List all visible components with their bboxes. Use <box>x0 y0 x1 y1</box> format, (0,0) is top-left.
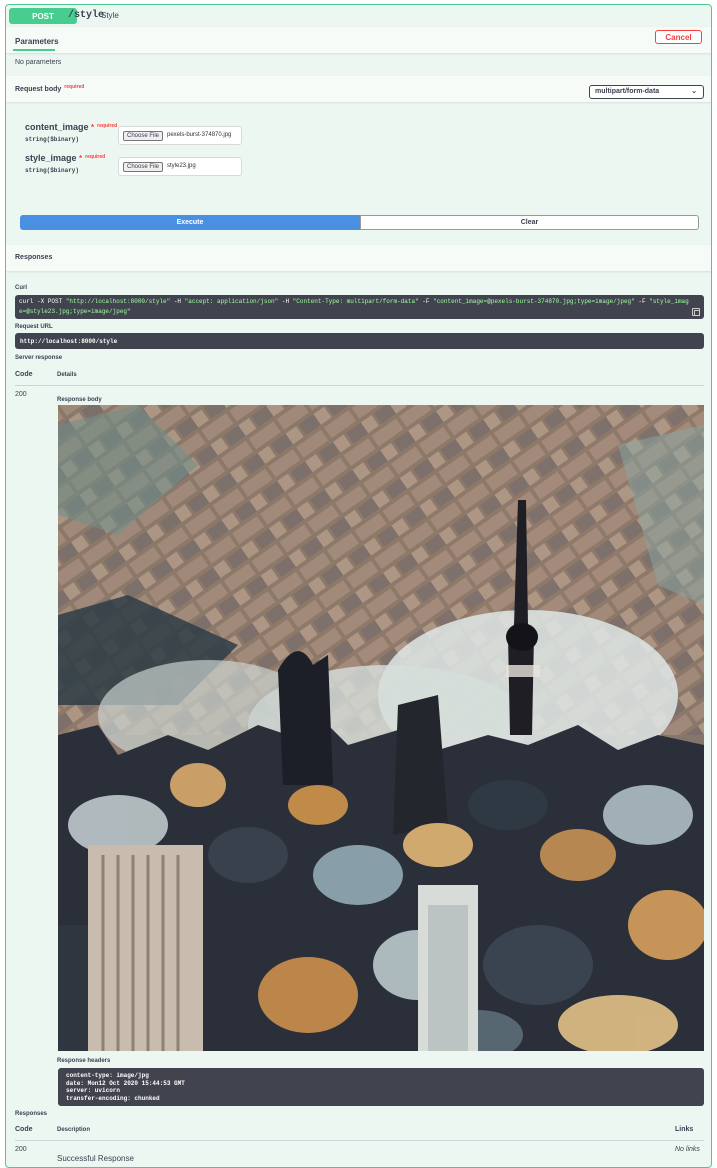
param-style-image-type: string($binary) <box>25 167 80 174</box>
responses-title: Responses <box>15 254 53 261</box>
response-row-links: No links <box>675 1146 700 1153</box>
response-headers-block: content-type: image/jpg date: Mon12 Oct 2… <box>58 1068 704 1106</box>
file-name: style23.jpg <box>167 163 196 169</box>
required-label: required <box>85 154 106 160</box>
request-body-title: Request body required <box>15 84 85 93</box>
operation-path: /style <box>68 10 105 21</box>
param-content-image-name: content_image * required <box>25 122 117 132</box>
curl-url: "http://localhost:8000/style" <box>65 298 171 305</box>
responses-links-header: Links <box>675 1126 694 1133</box>
curl-form-content: "content_image=@pexels-burst-374870.jpg;… <box>433 298 635 305</box>
response-body-label: Response body <box>57 397 102 403</box>
responses-header: Responses <box>6 245 711 271</box>
param-style-image-name: style_image * required <box>25 153 105 163</box>
header-line: transfer-encoding: chunked <box>66 1094 160 1102</box>
response-headers-label: Response headers <box>57 1058 111 1064</box>
copy-icon[interactable] <box>692 308 700 316</box>
response-row-code: 200 <box>15 1146 27 1153</box>
content-type-select[interactable]: multipart/form-data ⌄ <box>589 85 704 99</box>
param-name-text: style_image <box>25 153 77 163</box>
method-badge: POST <box>9 8 77 24</box>
curl-header-accept: "accept: application/json" <box>184 298 279 305</box>
response-headers-text: content-type: image/jpg date: Mon12 Oct 2… <box>58 1068 704 1106</box>
details-column-header: Details <box>57 372 77 378</box>
request-url-label: Request URL <box>15 324 53 330</box>
curl-cmd: curl -X POST <box>19 298 66 305</box>
tab-active-indicator <box>13 49 55 51</box>
required-star: * <box>91 123 95 132</box>
curl-flag: -F <box>418 298 434 305</box>
no-parameters-text: No parameters <box>15 59 62 66</box>
clear-button[interactable]: Clear <box>360 215 699 230</box>
param-name-text: content_image <box>25 122 89 132</box>
operation-summary-text: Style <box>101 11 119 20</box>
curl-flag: -H <box>170 298 185 305</box>
code-column-header: Code <box>15 371 33 378</box>
responses-description-header: Description <box>57 1127 91 1133</box>
header-line: content-type: image/jpg <box>66 1072 149 1079</box>
chevron-down-icon: ⌄ <box>691 88 697 95</box>
cancel-button[interactable]: Cancel <box>655 30 702 44</box>
responses-table-title: Responses <box>15 1111 48 1117</box>
curl-flag: -H <box>278 298 293 305</box>
curl-flag: -F <box>634 298 650 305</box>
parameters-header: Parameters <box>6 27 711 53</box>
response-body-image <box>58 405 704 1051</box>
response-code: 200 <box>15 391 27 398</box>
divider <box>15 1140 704 1141</box>
tab-parameters[interactable]: Parameters <box>15 37 59 46</box>
required-label: required <box>97 123 118 129</box>
curl-header-content-type: "Content-Type: multipart/form-data" <box>292 298 419 305</box>
required-star: * <box>79 154 83 163</box>
server-response-label: Server response <box>15 355 63 361</box>
file-name: pexels-burst-374870.jpg <box>167 132 232 138</box>
execute-button[interactable]: Execute <box>20 215 360 230</box>
operation-block-post-style: POST /style Style Parameters Cancel No p… <box>5 4 712 1168</box>
style-image-file-input[interactable]: Choose File style23.jpg <box>118 157 242 176</box>
required-label: required <box>64 84 85 90</box>
response-row-description: Successful Response <box>57 1154 134 1163</box>
operation-summary[interactable]: POST /style Style <box>6 5 711 28</box>
request-url-value: http://localhost:8000/style <box>15 333 704 349</box>
content-type-value: multipart/form-data <box>595 88 660 95</box>
responses-code-header: Code <box>15 1126 33 1133</box>
curl-command: curl -X POST "http://localhost:8000/styl… <box>15 295 704 319</box>
curl-label: Curl <box>15 285 27 291</box>
header-line: date: Mon12 Oct 2020 15:44:53 GMT <box>66 1079 185 1087</box>
stylized-image <box>58 405 704 1051</box>
divider <box>15 385 704 386</box>
header-line: server: uvicorn <box>66 1087 121 1094</box>
choose-file-button[interactable]: Choose File <box>123 162 164 172</box>
curl-text: curl -X POST "http://localhost:8000/styl… <box>15 295 704 317</box>
param-content-image-type: string($binary) <box>25 136 80 143</box>
request-body-title-text: Request body <box>15 86 62 93</box>
content-image-file-input[interactable]: Choose File pexels-burst-374870.jpg <box>118 126 242 145</box>
choose-file-button[interactable]: Choose File <box>123 131 164 141</box>
